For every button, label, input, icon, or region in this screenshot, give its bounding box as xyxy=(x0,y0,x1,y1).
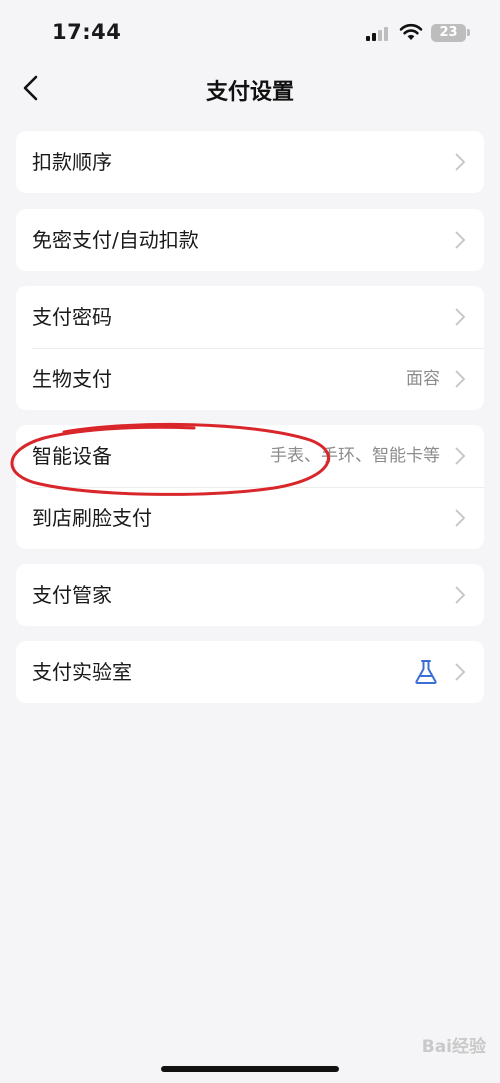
settings-group-devices: 智能设备 手表、手环、智能卡等 到店刷脸支付 xyxy=(16,425,484,549)
flask-icon xyxy=(415,660,437,684)
settings-group-password-free: 免密支付/自动扣款 xyxy=(16,209,484,271)
battery-nub xyxy=(467,29,470,36)
settings-group-lab: 支付实验室 xyxy=(16,641,484,703)
chevron-right-icon xyxy=(455,663,466,681)
row-value: 手表、手环、智能卡等 xyxy=(270,446,440,466)
row-label: 支付实验室 xyxy=(32,660,132,684)
home-indicator[interactable] xyxy=(161,1066,339,1072)
status-time: 17:44 xyxy=(52,20,122,44)
row-label: 到店刷脸支付 xyxy=(32,506,152,530)
settings-group-deduction-order: 扣款顺序 xyxy=(16,131,484,193)
row-password-free-payment[interactable]: 免密支付/自动扣款 xyxy=(16,209,484,271)
payment-settings-screen: 17:44 23 支付设置 扣款顺序 免密支付/自动扣款 支付密码 生物支付 面… xyxy=(0,0,500,1083)
battery-icon: 23 xyxy=(431,24,466,42)
row-value: 面容 xyxy=(406,369,440,389)
chevron-left-icon xyxy=(23,75,38,101)
status-bar: 17:44 23 xyxy=(0,0,500,62)
row-biometric-payment[interactable]: 生物支付 面容 xyxy=(16,348,484,410)
row-payment-password[interactable]: 支付密码 xyxy=(16,286,484,348)
chevron-right-icon xyxy=(455,231,466,249)
settings-group-payment-butler: 支付管家 xyxy=(16,564,484,626)
row-label: 智能设备 xyxy=(32,444,112,468)
chevron-right-icon xyxy=(455,308,466,326)
row-payment-butler[interactable]: 支付管家 xyxy=(16,564,484,626)
row-payment-lab[interactable]: 支付实验室 xyxy=(16,641,484,703)
row-in-store-face-payment[interactable]: 到店刷脸支付 xyxy=(16,487,484,549)
cellular-signal-icon xyxy=(366,25,392,41)
back-button[interactable] xyxy=(14,68,54,110)
nav-bar: 支付设置 xyxy=(0,62,500,116)
row-label: 扣款顺序 xyxy=(32,150,112,174)
row-label: 免密支付/自动扣款 xyxy=(32,228,199,252)
chevron-right-icon xyxy=(455,447,466,465)
row-deduction-order[interactable]: 扣款顺序 xyxy=(16,131,484,193)
chevron-right-icon xyxy=(455,153,466,171)
settings-group-security: 支付密码 生物支付 面容 xyxy=(16,286,484,410)
page-title: 支付设置 xyxy=(205,80,294,105)
row-label: 生物支付 xyxy=(32,367,112,391)
chevron-right-icon xyxy=(455,586,466,604)
watermark: Bai经验 xyxy=(421,1037,486,1057)
chevron-right-icon xyxy=(455,370,466,388)
row-label: 支付管家 xyxy=(32,583,112,607)
row-smart-devices[interactable]: 智能设备 手表、手环、智能卡等 xyxy=(16,425,484,487)
chevron-right-icon xyxy=(455,509,466,527)
row-label: 支付密码 xyxy=(32,305,112,329)
wifi-icon xyxy=(399,23,423,40)
